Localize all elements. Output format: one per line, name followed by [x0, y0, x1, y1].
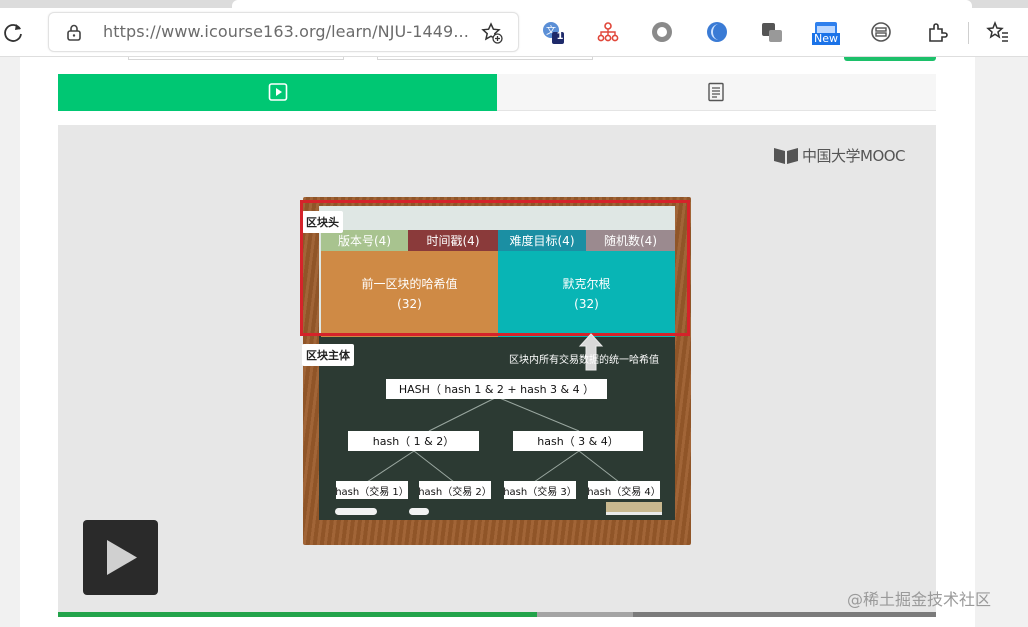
moon-extension-icon[interactable] [705, 20, 729, 44]
content-tabs [58, 74, 936, 111]
merkle-note: 区块内所有交易数据的统一哈希值 [509, 355, 659, 366]
active-browser-tab[interactable] [232, 0, 972, 8]
url-path: /learn/NJU-1449... [325, 22, 469, 41]
block-body-label: 区块主体 [302, 344, 354, 366]
toolbar-divider [968, 22, 969, 44]
page-input-stub-right[interactable] [377, 57, 593, 60]
page-action-button-stub[interactable] [844, 57, 936, 61]
url-host: https://www.icourse163.org [103, 22, 326, 41]
tx-hash-4-box: hash（交易 4） [587, 481, 661, 499]
url-text[interactable]: https://www.icourse163.org/learn/NJU-144… [103, 22, 469, 41]
tx-hash-2-box: hash（交易 2） [418, 481, 492, 499]
tab-video[interactable] [58, 74, 497, 111]
favorites-icon[interactable] [986, 20, 1010, 44]
new-badge: New [812, 32, 840, 45]
browser-tab-strip [0, 0, 1028, 8]
play-button[interactable] [83, 520, 158, 595]
lock-icon[interactable] [65, 23, 83, 41]
extensions-puzzle-icon[interactable] [925, 20, 949, 44]
mooc-logo-text: 中国大学MOOC [802, 146, 906, 165]
progress-buffered [536, 612, 634, 617]
new-extension-icon[interactable]: New [812, 20, 840, 45]
browser-toolbar: https://www.icourse163.org/learn/NJU-144… [0, 8, 1028, 57]
address-bar[interactable]: https://www.icourse163.org/learn/NJU-144… [48, 12, 519, 52]
document-tab-icon [708, 82, 724, 102]
chalk-piece-small [409, 508, 429, 515]
translate-extension-icon[interactable]: 文 1 [541, 20, 565, 44]
chalk-piece [335, 508, 377, 515]
extension-badge: 1 [556, 31, 564, 42]
record-extension-icon[interactable] [650, 20, 674, 44]
reload-icon[interactable] [2, 21, 24, 43]
hash-root-box: HASH（ hash 1 & 2 + hash 3 & 4 ） [386, 379, 607, 399]
hash-12-box: hash（ 1 & 2） [348, 431, 479, 451]
video-tab-icon [268, 83, 288, 101]
capture-extension-icon[interactable] [760, 20, 784, 44]
highlight-frame [300, 200, 690, 336]
mooc-book-icon [774, 148, 798, 164]
play-icon [107, 540, 137, 575]
video-progress-bar[interactable] [58, 612, 936, 617]
progress-played [58, 612, 537, 617]
add-favorite-icon[interactable] [481, 22, 503, 44]
watermark: @稀土掘金技术社区 [847, 590, 992, 609]
video-player[interactable]: 中国大学MOOC 版本号(4) 时间戳(4) 难度目标(4) 随机数(4) 前一… [58, 125, 936, 615]
collections-icon[interactable] [869, 20, 893, 44]
mooc-logo: 中国大学MOOC [773, 145, 906, 165]
tx-hash-1-box: hash（交易 1） [335, 481, 409, 499]
hash-34-box: hash（ 3 & 4） [513, 431, 643, 451]
sitemap-extension-icon[interactable] [596, 20, 620, 44]
tx-hash-3-box: hash（交易 3） [503, 481, 577, 499]
board-eraser [606, 502, 662, 515]
page-input-stub-left[interactable] [128, 57, 344, 60]
tab-document[interactable] [497, 74, 936, 111]
